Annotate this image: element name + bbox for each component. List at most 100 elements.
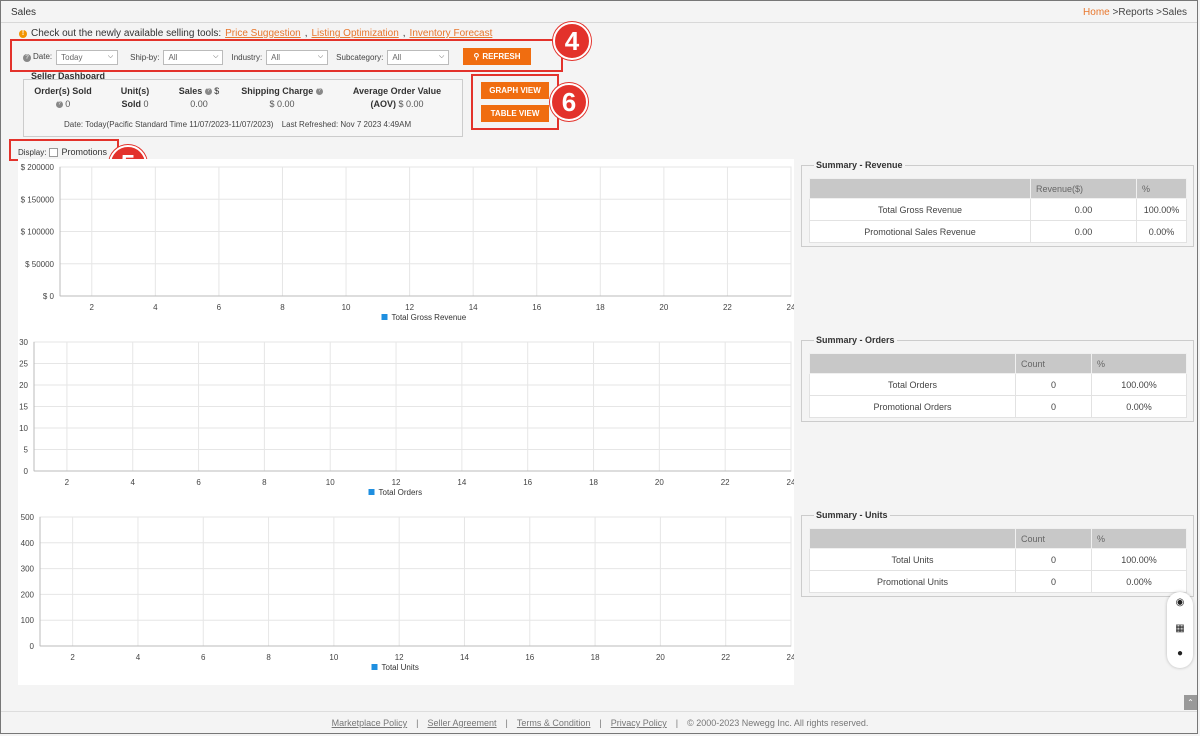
- y-tick-label: 30: [19, 338, 28, 347]
- x-tick-label: 14: [460, 653, 469, 662]
- y-tick-label: 25: [19, 360, 28, 369]
- help-icon[interactable]: ?: [55, 101, 63, 109]
- footer: Marketplace Policy | Seller Agreement | Term…: [1, 718, 1199, 728]
- table-cell: 0: [1015, 548, 1092, 571]
- y-tick-label: 0: [30, 642, 35, 651]
- table-cell: Promotional Sales Revenue: [809, 220, 1031, 243]
- help-icon[interactable]: ?: [204, 88, 212, 96]
- x-tick-label: 18: [589, 478, 598, 487]
- y-tick-label: $ 50000: [25, 260, 54, 269]
- footer-separator: |: [599, 718, 602, 728]
- x-tick-label: 4: [153, 303, 158, 312]
- summary-orders-title: Summary - Orders: [814, 335, 897, 345]
- x-tick-label: 14: [457, 478, 466, 487]
- legend-swatch: [381, 314, 388, 320]
- title-divider: [1, 22, 1197, 23]
- orders-sold-value: 0: [65, 99, 71, 109]
- info-icon: !: [19, 29, 27, 38]
- summary-units-table: Count % Total Units 0 100.00% Promotiona…: [809, 528, 1187, 593]
- summary-orders-panel: Summary - Orders Count % Total Orders 0 …: [801, 335, 1194, 422]
- x-tick-label: 16: [532, 303, 541, 312]
- footer-divider: [1, 711, 1197, 712]
- price-suggestion-link[interactable]: Price Suggestion: [225, 28, 301, 39]
- chat-icon[interactable]: ●: [1173, 648, 1187, 660]
- plot-area: [39, 516, 792, 647]
- table-row: Promotional Units 0 0.00%: [809, 570, 1187, 593]
- breadcrumb-home-link[interactable]: Home: [1083, 7, 1110, 18]
- sales-label: Sales: [178, 86, 203, 96]
- summary-units-panel: Summary - Units Count % Total Units 0 10…: [801, 510, 1194, 597]
- table-header: %: [1091, 353, 1187, 374]
- table-header-row: Count %: [809, 353, 1187, 374]
- app-frame: Sales Home >Reports >Sales ! Check out t…: [0, 0, 1198, 734]
- sales-value: 0.00: [190, 99, 208, 109]
- units-sold-label-2: Sold: [121, 99, 141, 109]
- seller-agreement-link[interactable]: Seller Agreement: [428, 718, 497, 728]
- table-cell: Promotional Units: [809, 570, 1016, 593]
- x-tick-label: 4: [131, 478, 136, 487]
- table-header: Count: [1015, 528, 1092, 549]
- table-row: Promotional Orders 0 0.00%: [809, 395, 1187, 418]
- summary-revenue-table: Revenue($) % Total Gross Revenue 0.00 10…: [809, 178, 1187, 243]
- eye-icon[interactable]: ◉: [1173, 597, 1187, 609]
- x-tick-label: 12: [405, 303, 414, 312]
- table-row: Total Units 0 100.00%: [809, 548, 1187, 571]
- callout-box-display: [9, 139, 119, 161]
- x-tick-label: 24: [787, 303, 794, 312]
- callout-box-filters: [10, 39, 563, 72]
- table-cell: 0: [1015, 395, 1092, 418]
- breadcrumb-reports-link[interactable]: Reports: [1118, 7, 1153, 18]
- x-tick-label: 8: [262, 478, 267, 487]
- selling-tools-notice: ! Check out the newly available selling …: [19, 28, 492, 39]
- shipping-charge-value: $ 0.00: [269, 99, 295, 109]
- footer-separator: |: [416, 718, 419, 728]
- copyright-text: © 2000-2023 Newegg Inc. All rights reser…: [687, 718, 869, 728]
- table-cell: Total Units: [809, 548, 1016, 571]
- last-refreshed-text: Last Refreshed: Nov 7 2023 4:49AM: [281, 120, 412, 129]
- x-tick-label: 12: [395, 653, 404, 662]
- inventory-forecast-link[interactable]: Inventory Forecast: [410, 28, 493, 39]
- table-header-row: Count %: [809, 528, 1187, 549]
- y-tick-label: 500: [21, 513, 35, 522]
- table-cell: 0: [1015, 373, 1092, 396]
- x-tick-label: 22: [721, 653, 730, 662]
- table-header: %: [1091, 528, 1187, 549]
- y-tick-label: 20: [19, 381, 28, 390]
- summary-revenue-panel: Summary - Revenue Revenue($) % Total Gro…: [801, 160, 1194, 247]
- x-tick-label: 14: [469, 303, 478, 312]
- page-title: Sales: [11, 7, 37, 18]
- orders-sold-metric: Order(s) Sold ? 0: [32, 86, 94, 109]
- x-tick-label: 6: [201, 653, 206, 662]
- marketplace-policy-link[interactable]: Marketplace Policy: [332, 718, 408, 728]
- listing-optimization-link[interactable]: Listing Optimization: [312, 28, 399, 39]
- terms-condition-link[interactable]: Terms & Condition: [517, 718, 591, 728]
- date-range-text: Date: Today(Pacific Standard Time 11/07/…: [64, 120, 274, 129]
- scroll-to-top-button[interactable]: ⌃: [1184, 695, 1197, 710]
- y-tick-label: 300: [21, 565, 35, 574]
- y-tick-label: 0: [24, 467, 29, 476]
- aov-label: Average Order Value: [352, 86, 442, 96]
- y-tick-label: 5: [24, 446, 29, 455]
- privacy-policy-link[interactable]: Privacy Policy: [611, 718, 667, 728]
- book-icon[interactable]: ▦: [1173, 623, 1187, 635]
- help-icon[interactable]: ?: [315, 88, 323, 96]
- y-tick-label: 100: [21, 616, 35, 625]
- shipping-charge-label: Shipping Charge: [241, 86, 314, 96]
- sales-metric: Sales ? $ 0.00: [174, 86, 224, 109]
- x-tick-label: 10: [329, 653, 338, 662]
- table-header: [809, 178, 1031, 199]
- table-cell: Promotional Orders: [809, 395, 1016, 418]
- x-tick-label: 18: [596, 303, 605, 312]
- notice-text: Check out the newly available selling to…: [31, 28, 222, 39]
- dashboard-title: Seller Dashboard: [31, 71, 106, 81]
- table-cell: 0.00%: [1091, 395, 1187, 418]
- x-tick-label: 6: [196, 478, 201, 487]
- x-tick-label: 20: [655, 478, 664, 487]
- notice-comma: ,: [402, 28, 406, 39]
- legend-label: Total Units: [382, 663, 419, 672]
- y-tick-label: $ 200000: [21, 163, 55, 172]
- aov-value: $ 0.00: [398, 99, 424, 109]
- table-header: Revenue($): [1030, 178, 1137, 199]
- table-row: Total Gross Revenue 0.00 100.00%: [809, 198, 1187, 221]
- dashboard-date-info: Date: Today(Pacific Standard Time 11/07/…: [64, 120, 411, 129]
